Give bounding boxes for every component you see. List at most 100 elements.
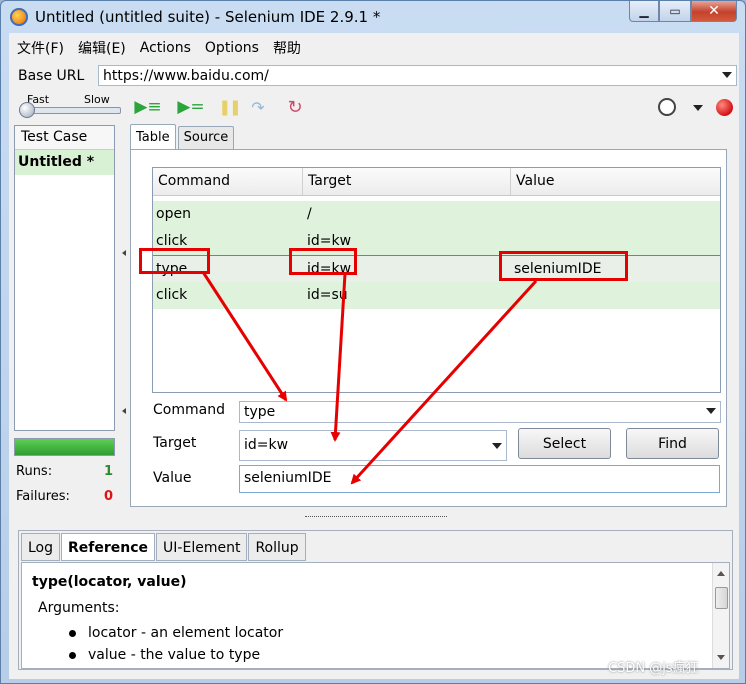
table-row[interactable]: click id=kw bbox=[153, 228, 720, 255]
cell-value bbox=[511, 201, 514, 228]
minimize-icon: ▁ bbox=[639, 4, 649, 18]
column-header-command[interactable]: Command bbox=[153, 168, 303, 195]
base-url-label: Base URL bbox=[18, 68, 85, 84]
record-icon[interactable] bbox=[716, 99, 733, 116]
cell-target: / bbox=[307, 206, 312, 222]
reference-argument-text: locator - an element locator bbox=[88, 625, 284, 641]
toolbar: Fast Slow ▶≡ ▶= ❚❚ ↷ ↻ bbox=[9, 91, 739, 121]
rollup-icon[interactable]: ↻ bbox=[284, 97, 306, 118]
runs-value: 1 bbox=[103, 464, 113, 479]
tab-reference[interactable]: Reference bbox=[61, 533, 156, 561]
annotation-box-command bbox=[139, 248, 210, 274]
command-label: Command bbox=[153, 402, 225, 418]
cell-command: click bbox=[156, 287, 188, 303]
chevron-down-icon[interactable] bbox=[722, 72, 732, 78]
value-input[interactable]: seleniumIDE bbox=[239, 465, 720, 493]
splitter-arrow-icon bbox=[122, 408, 126, 414]
menu-actions[interactable]: Actions bbox=[133, 40, 198, 56]
speed-slider[interactable] bbox=[21, 107, 121, 114]
bottom-tabs: Log Reference UI-Element Rollup bbox=[21, 533, 307, 561]
failures-label: Failures: bbox=[16, 489, 70, 504]
editor-pane: Command Target Value open / click id=kw … bbox=[130, 149, 727, 507]
clock-icon[interactable] bbox=[658, 98, 676, 116]
column-header-target[interactable]: Target bbox=[303, 168, 511, 195]
table-row-selected[interactable]: type id=kw seleniumIDE bbox=[153, 255, 720, 282]
annotation-box-target bbox=[289, 248, 357, 275]
table-row[interactable]: click id=su bbox=[153, 282, 720, 309]
table-header: Command Target Value bbox=[153, 168, 720, 196]
app-window: Untitled (untitled suite) - Selenium IDE… bbox=[0, 0, 746, 684]
minimize-button[interactable]: ▁ bbox=[629, 1, 659, 22]
watermark: CSDN @js瘋狂 bbox=[608, 661, 699, 676]
command-input-value: type bbox=[244, 404, 276, 420]
menu-file[interactable]: 文件(F) bbox=[9, 38, 71, 58]
menu-help[interactable]: 帮助 bbox=[266, 38, 308, 58]
column-header-value[interactable]: Value bbox=[511, 168, 720, 195]
chevron-down-icon[interactable] bbox=[693, 105, 703, 111]
reference-pane: type(locator, value) Arguments: locator … bbox=[21, 562, 730, 669]
target-input-value: id=kw bbox=[244, 437, 289, 453]
test-case-item[interactable]: Untitled * bbox=[15, 150, 114, 175]
play-test-icon[interactable]: ▶= bbox=[177, 97, 204, 117]
client-area: 文件(F) 编辑(E) Actions Options 帮助 Base URL … bbox=[9, 33, 739, 679]
tab-log[interactable]: Log bbox=[21, 533, 61, 561]
reference-argument-text: value - the value to type bbox=[88, 647, 261, 663]
runs-label: Runs: bbox=[16, 464, 53, 479]
reference-scrollbar[interactable] bbox=[712, 563, 729, 668]
scroll-down-icon[interactable] bbox=[717, 655, 725, 660]
failures-value: 0 bbox=[103, 489, 113, 504]
scroll-up-icon[interactable] bbox=[717, 571, 725, 576]
menu-options[interactable]: Options bbox=[198, 40, 266, 56]
splitter-arrow-icon bbox=[122, 250, 126, 256]
firefox-icon bbox=[10, 8, 28, 26]
bullet-icon bbox=[69, 630, 76, 637]
target-input[interactable]: id=kw bbox=[239, 430, 507, 461]
title-bar[interactable]: Untitled (untitled suite) - Selenium IDE… bbox=[1, 1, 745, 33]
annotation-box-value bbox=[499, 251, 628, 281]
command-input[interactable]: type bbox=[239, 401, 721, 423]
speed-slider-handle[interactable] bbox=[19, 102, 35, 118]
base-url-row: Base URL https://www.baidu.com/ bbox=[9, 64, 739, 89]
value-input-value: seleniumIDE bbox=[244, 470, 332, 486]
window-title: Untitled (untitled suite) - Selenium IDE… bbox=[35, 8, 381, 26]
command-table: Command Target Value open / click id=kw … bbox=[152, 167, 721, 393]
target-label: Target bbox=[153, 435, 197, 451]
step-icon[interactable]: ↷ bbox=[247, 97, 269, 117]
cell-target: id=su bbox=[307, 287, 348, 303]
vertical-splitter[interactable] bbox=[122, 125, 128, 503]
value-label: Value bbox=[153, 470, 192, 486]
close-icon: ✕ bbox=[708, 3, 720, 19]
test-case-panel: Test Case Untitled * Runs: 1 Failures: 0 bbox=[14, 125, 115, 504]
close-button[interactable]: ✕ bbox=[691, 1, 737, 22]
tab-ui-element[interactable]: UI-Element bbox=[156, 533, 248, 561]
tab-rollup[interactable]: Rollup bbox=[248, 533, 306, 561]
menu-bar: 文件(F) 编辑(E) Actions Options 帮助 bbox=[9, 35, 739, 61]
find-button[interactable]: Find bbox=[626, 428, 719, 459]
chevron-down-icon[interactable] bbox=[706, 408, 716, 414]
test-case-list: Test Case Untitled * bbox=[14, 125, 115, 431]
run-progress-bar bbox=[14, 438, 115, 456]
speed-slow-label: Slow bbox=[84, 93, 110, 106]
test-case-header: Test Case bbox=[15, 126, 114, 150]
base-url-value: https://www.baidu.com/ bbox=[103, 68, 269, 84]
menu-edit[interactable]: 编辑(E) bbox=[71, 38, 133, 58]
maximize-button[interactable]: ▭ bbox=[659, 1, 691, 22]
tab-table[interactable]: Table bbox=[130, 124, 176, 149]
pause-icon[interactable]: ❚❚ bbox=[218, 97, 241, 117]
play-suite-icon[interactable]: ▶≡ bbox=[134, 97, 161, 117]
reference-arguments-label: Arguments: bbox=[38, 600, 120, 616]
chevron-down-icon[interactable] bbox=[492, 443, 502, 449]
window-controls: ▁ ▭ ✕ bbox=[629, 1, 737, 23]
base-url-input[interactable]: https://www.baidu.com/ bbox=[98, 65, 737, 86]
cell-command: open bbox=[156, 206, 191, 222]
cell-value bbox=[511, 282, 514, 309]
select-button[interactable]: Select bbox=[518, 428, 611, 459]
maximize-icon: ▭ bbox=[669, 4, 681, 18]
horizontal-splitter[interactable] bbox=[305, 511, 447, 517]
tab-source[interactable]: Source bbox=[177, 126, 235, 149]
table-row[interactable]: open / bbox=[153, 201, 720, 228]
run-progress-fill bbox=[15, 439, 114, 455]
scroll-thumb[interactable] bbox=[715, 587, 728, 609]
bullet-icon bbox=[69, 652, 76, 659]
reference-signature: type(locator, value) bbox=[32, 574, 187, 590]
